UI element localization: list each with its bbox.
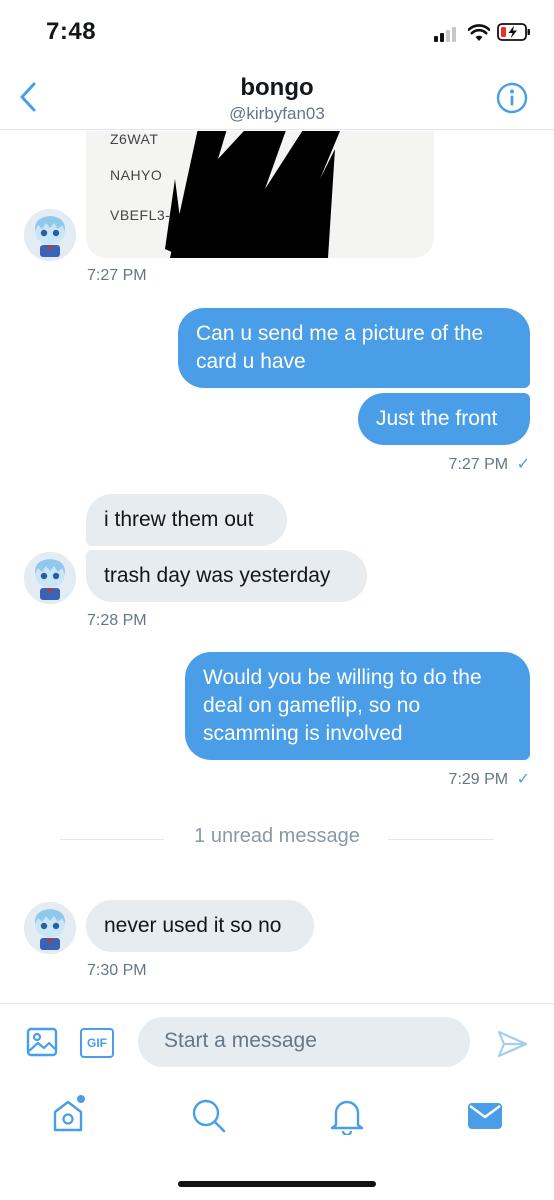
image-code-text: NAHYO — [110, 167, 163, 183]
unread-messages-divider: 1 unread message — [194, 825, 360, 847]
message-text: trash day was yesterday — [104, 564, 331, 587]
message-timestamp: 7:27 PM ✓ — [330, 454, 530, 474]
messages-icon[interactable] — [465, 1095, 505, 1135]
message-text: card u have — [196, 350, 306, 373]
outgoing-message-bubble[interactable]: Just the front — [358, 393, 530, 445]
search-icon[interactable] — [188, 1095, 228, 1135]
message-text: never used it so no — [104, 914, 282, 937]
message-timestamp: 7:30 PM — [87, 962, 147, 979]
message-timestamp: 7:28 PM — [87, 612, 147, 629]
status-time: 7:48 — [46, 18, 97, 45]
message-time: 7:27 PM — [448, 456, 509, 473]
message-timestamp: 7:29 PM ✓ — [330, 769, 530, 789]
message-composer: GIF Start a message — [0, 1003, 554, 1077]
divider-line — [388, 839, 494, 840]
image-message[interactable]: Z6WAT NAHYO VBEFL3- — [86, 131, 434, 258]
message-text: i threw them out — [104, 508, 254, 531]
gif-icon[interactable]: GIF — [80, 1028, 114, 1058]
home-indicator — [178, 1181, 376, 1187]
message-text: deal on gameflip, so no — [203, 694, 421, 717]
incoming-message-bubble[interactable]: never used it so no — [86, 900, 314, 952]
home-icon[interactable] — [48, 1095, 88, 1135]
notifications-icon[interactable] — [327, 1095, 367, 1135]
conversation-title[interactable]: bongo — [0, 74, 554, 102]
incoming-message-bubble[interactable]: trash day was yesterday — [86, 550, 367, 602]
outgoing-message-bubble[interactable]: Can u send me a picture of the card u ha… — [178, 308, 530, 388]
cellular-signal-icon — [434, 26, 460, 42]
wifi-icon — [468, 24, 490, 41]
message-time: 7:29 PM — [448, 771, 509, 788]
tab-bar — [0, 1077, 554, 1200]
message-text: Can u send me a picture of the — [196, 322, 484, 345]
contact-avatar[interactable] — [24, 209, 76, 261]
read-check-icon: ✓ — [516, 456, 530, 473]
image-code-text: Z6WAT — [110, 131, 159, 147]
info-icon[interactable] — [496, 82, 528, 114]
message-text: Would you be willing to do the — [203, 666, 482, 689]
image-icon[interactable] — [26, 1026, 58, 1058]
conversation-handle[interactable]: @kirbyfan03 — [0, 104, 554, 124]
battery-charging-icon — [497, 23, 530, 41]
read-check-icon: ✓ — [516, 771, 530, 788]
conversation-scroll-area[interactable]: Z6WAT NAHYO VBEFL3- 7:27 PM Can u send m… — [0, 131, 554, 1003]
conversation-header: bongo @kirbyfan03 — [0, 64, 554, 130]
message-input[interactable]: Start a message — [138, 1017, 470, 1067]
contact-avatar[interactable] — [24, 902, 76, 954]
incoming-message-bubble[interactable]: i threw them out — [86, 494, 287, 546]
message-timestamp: 7:27 PM — [87, 267, 147, 284]
outgoing-message-bubble[interactable]: Would you be willing to do the deal on g… — [185, 652, 530, 760]
status-bar: 7:48 — [0, 0, 554, 64]
send-icon[interactable] — [496, 1028, 528, 1060]
message-text: scamming is involved — [203, 722, 403, 745]
contact-avatar[interactable] — [24, 552, 76, 604]
message-text: Just the front — [376, 407, 498, 430]
redaction-scribble — [165, 131, 340, 258]
